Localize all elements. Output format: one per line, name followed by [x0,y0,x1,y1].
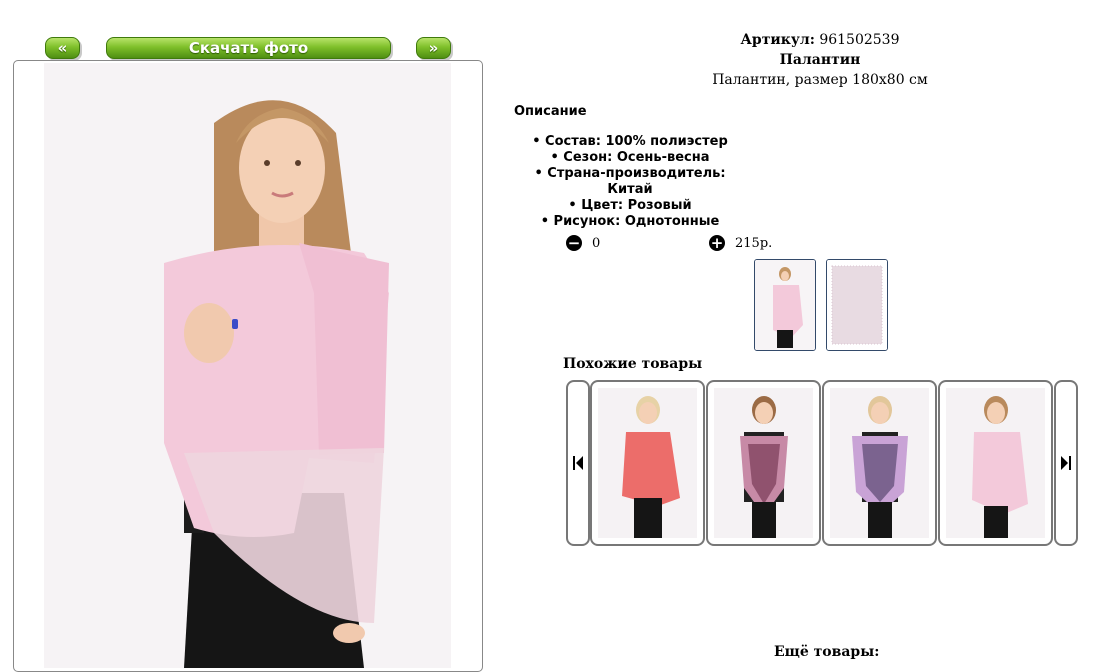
main-photo-frame [13,60,483,672]
plus-circle-icon[interactable]: + [709,235,725,251]
prev-photo-button[interactable]: « [45,37,80,59]
skip-next-icon [1061,456,1071,470]
similar-product-card[interactable] [938,380,1053,546]
similar-product-card[interactable] [590,380,705,546]
attribute-item: • Страна-производитель: Китай [534,166,726,197]
thumbnail-image [755,260,815,350]
photo-thumbnail-fabric[interactable] [826,259,888,351]
description-heading: Описание [514,104,587,119]
price-value: 215р. [735,236,773,251]
fabric-thumbnail-image [827,260,887,350]
attribute-item: • Сезон: Осень-весна [550,150,710,165]
attribute-list: • Состав: 100% полиэстер • Сезон: Осень-… [510,134,750,230]
article-line: Артикул: 961502539 [520,32,1109,48]
attribute-item: • Цвет: Розовый [568,198,692,213]
product-thumbnail [598,388,697,538]
product-thumbnail [714,388,813,538]
product-name: Палантин [779,52,861,68]
article-label: Артикул: [740,32,815,48]
similar-product-card[interactable] [822,380,937,546]
attribute-item: • Рисунок: Однотонные [540,214,720,229]
article-value: 961502539 [819,32,900,48]
similar-products-title: Похожие товары [563,356,703,372]
skip-prev-icon [573,456,583,470]
attribute-item: • Состав: 100% полиэстер [532,134,728,149]
photo-thumbnail-model[interactable] [754,259,816,351]
quantity-value: 0 [592,236,601,251]
next-photo-button[interactable]: » [416,37,451,59]
download-photo-button[interactable]: Скачать фото [106,37,391,59]
product-thumbnail [830,388,929,538]
minus-circle-icon[interactable]: − [566,235,582,251]
product-thumbnail [946,388,1045,538]
more-products-title: Ещё товары: [774,644,880,660]
similar-product-card[interactable] [706,380,821,546]
carousel-prev-button[interactable] [566,380,590,546]
product-subtitle: Палантин, размер 180х80 см [712,72,928,88]
main-product-photo[interactable] [44,63,451,668]
carousel-next-button[interactable] [1054,380,1078,546]
